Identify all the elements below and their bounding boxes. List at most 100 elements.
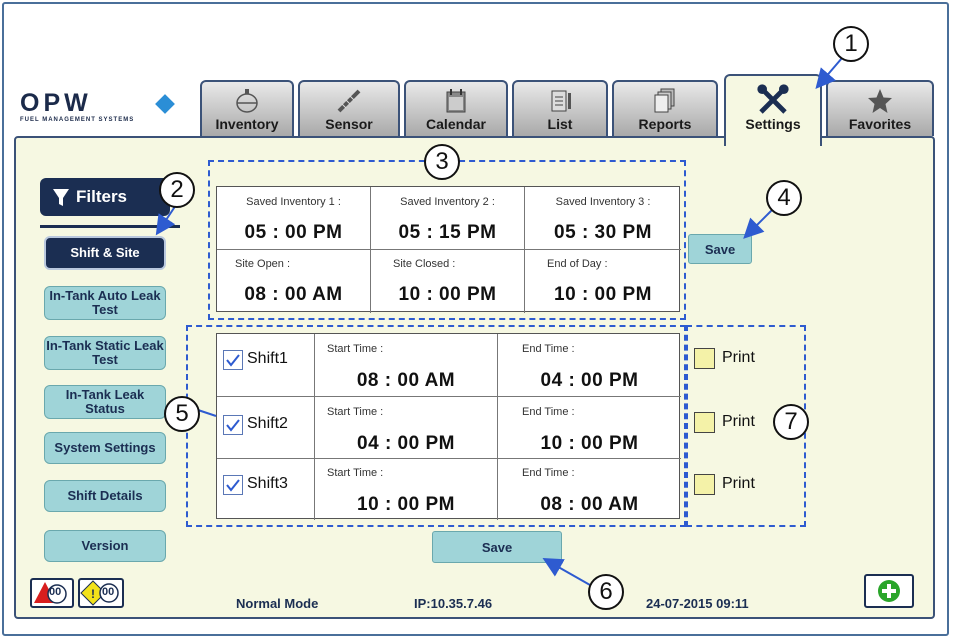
tab-list[interactable]: List [512,80,608,136]
logo-diamond-icon [155,94,175,114]
cell-value: 04 : 00 PM [540,370,639,391]
callout-marker: 6 [588,574,624,610]
shifts-table: Shift1 Start Time : 08 : 00 AM End Time … [216,333,681,520]
callout-marker: 4 [766,180,802,216]
filter-version[interactable]: Version [44,530,166,562]
cell-value: 10 : 00 PM [540,433,639,454]
shift-name: Shift1 [247,350,288,367]
star-icon [868,89,892,113]
tab-label: Sensor [325,116,373,132]
print-shift3-checkbox[interactable] [694,474,715,495]
site-closed-cell[interactable]: Site Closed : 10 : 00 PM [371,250,524,312]
shift2-start-cell[interactable]: Start Time : 04 : 00 PM [315,397,497,458]
tab-label: Reports [638,116,692,132]
cell-value: 08 : 00 AM [244,284,343,305]
shift-name: Shift3 [247,475,288,492]
shift1-end-cell[interactable]: End Time : 04 : 00 PM [498,334,681,396]
shift3-start-cell[interactable]: Start Time : 10 : 00 PM [315,459,497,520]
print-label: Print [722,475,755,492]
tab-label: Settings [745,116,801,132]
print-shift1-checkbox[interactable] [694,348,715,369]
save-shifts-button[interactable]: Save [432,531,562,563]
cell-label: Site Closed : [393,258,456,270]
cell-label: Start Time : [327,406,384,418]
cell-label: Saved Inventory 2 : [400,196,495,208]
warning-indicator[interactable]: ! 00 [78,578,124,608]
checkmark-icon [226,354,240,367]
end-of-day-cell[interactable]: End of Day : 10 : 00 PM [525,250,681,312]
site-open-cell[interactable]: Site Open : 08 : 00 AM [217,250,370,312]
cell-value: 08 : 00 AM [540,494,639,515]
filter-system-settings[interactable]: System Settings [44,432,166,464]
tools-icon [757,84,789,114]
alarm-indicator[interactable]: 00 [30,578,74,608]
cell-label: End Time : [522,406,575,418]
tab-settings[interactable]: Settings [724,74,822,146]
logo-wordmark: OPW [20,89,92,117]
tab-sensor[interactable]: Sensor [298,80,400,136]
cell-value: 10 : 00 PM [554,284,652,305]
shift2-checkbox[interactable] [223,415,243,435]
saved-inventory-3-cell[interactable]: Saved Inventory 3 : 05 : 30 PM [525,187,681,249]
print-shift2-checkbox[interactable] [694,412,715,433]
plus-icon [878,580,900,602]
shift1-start-cell[interactable]: Start Time : 08 : 00 AM [315,334,497,396]
add-button[interactable] [864,574,914,608]
opw-logo: OPW FUEL MANAGEMENT SYSTEMS [20,89,192,123]
cell-label: End of Day : [547,258,608,270]
tab-reports[interactable]: Reports [612,80,718,136]
tab-inventory[interactable]: Inventory [200,80,294,136]
svg-text:!: ! [91,587,95,601]
ip-address: IP:10.35.7.46 [414,596,493,611]
cell-value: 10 : 00 PM [357,494,455,515]
checkmark-icon [226,419,240,432]
cell-label: Start Time : [327,467,384,479]
shift1-toggle[interactable]: Shift1 [217,334,314,396]
calendar-icon [446,89,466,113]
site-times-grid: Saved Inventory 1 : 05 : 00 PM Saved Inv… [216,186,681,313]
tank-icon [236,89,258,113]
cell-label: Site Open : [235,258,291,270]
filter-static-leak-test[interactable]: In-Tank Static Leak Test [44,336,166,370]
shift2-end-cell[interactable]: End Time : 10 : 00 PM [498,397,681,458]
saved-inventory-2-cell[interactable]: Saved Inventory 2 : 05 : 15 PM [371,187,524,249]
logo-subtitle: FUEL MANAGEMENT SYSTEMS [20,117,135,123]
shift1-checkbox[interactable] [223,350,243,370]
shift3-end-cell[interactable]: End Time : 08 : 00 AM [498,459,681,520]
filter-shift-details[interactable]: Shift Details [44,480,166,512]
cell-value: 04 : 00 PM [357,433,455,454]
cell-label: Saved Inventory 1 : [246,196,341,208]
callout-marker: 1 [833,26,869,62]
shift2-toggle[interactable]: Shift2 [217,397,314,458]
cell-value: 05 : 00 PM [244,222,343,243]
tab-label: List [547,116,573,132]
warning-diamond-icon: ! [80,580,119,606]
callout-marker: 5 [164,396,200,432]
tab-favorites[interactable]: Favorites [826,80,934,136]
alarm-count: 00 [49,586,62,598]
cell-label: Start Time : [327,343,384,355]
callout-marker: 2 [159,172,195,208]
filter-shift-site[interactable]: Shift & Site [44,236,166,270]
filters-divider [40,225,180,228]
filters-header: Filters [40,178,170,216]
filter-auto-leak-test[interactable]: In-Tank Auto Leak Test [44,286,166,320]
filter-leak-status[interactable]: In-Tank Leak Status [44,385,166,419]
cell-value: 05 : 30 PM [554,222,652,243]
save-site-times-button[interactable]: Save [688,234,752,264]
cell-label: End Time : [522,343,575,355]
tab-label: Inventory [215,116,279,132]
saved-inventory-1-cell[interactable]: Saved Inventory 1 : 05 : 00 PM [217,187,370,249]
print-label: Print [722,413,755,430]
callout-marker: 7 [773,404,809,440]
shift3-toggle[interactable]: Shift3 [217,459,314,520]
cell-label: Saved Inventory 3 : [555,196,651,208]
date-time: 24-07-2015 09:11 [646,596,749,611]
tab-calendar[interactable]: Calendar [404,80,508,136]
warning-count: 00 [102,586,115,598]
shift3-checkbox[interactable] [223,475,243,495]
print-label: Print [722,349,755,366]
checkmark-icon [226,479,240,492]
probe-icon [337,89,361,113]
filters-title: Filters [76,187,128,206]
